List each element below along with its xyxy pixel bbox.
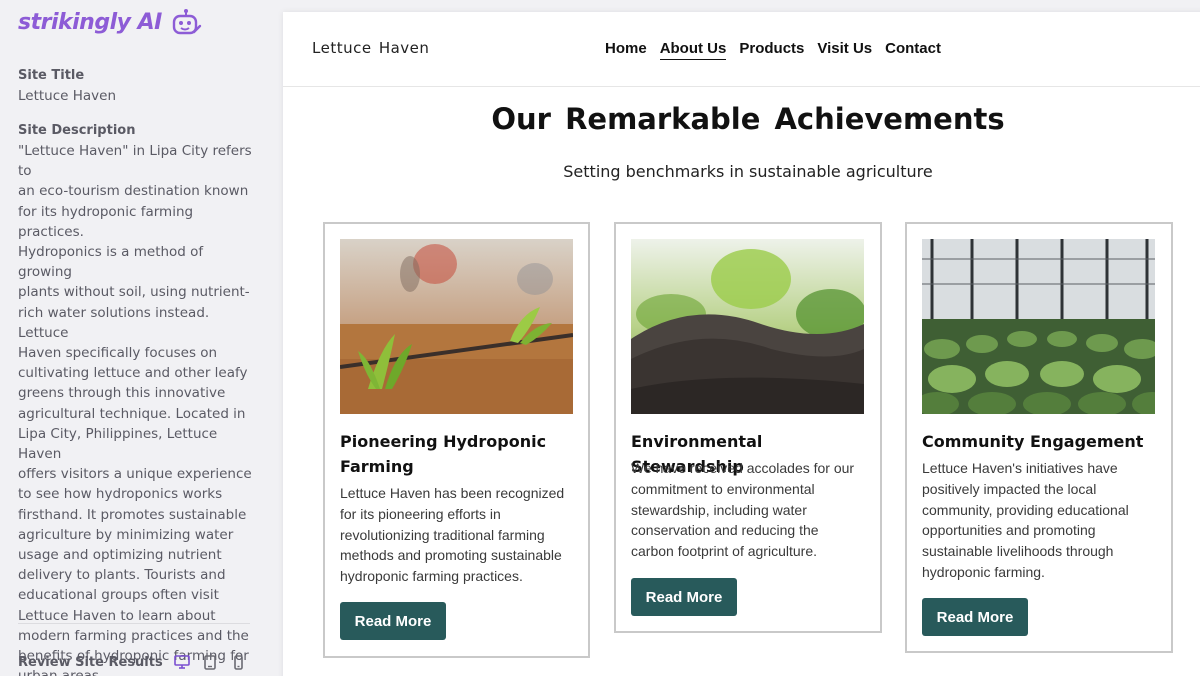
nav-products[interactable]: Products — [739, 40, 804, 60]
seedlings-in-soil-photo — [340, 239, 573, 414]
achievement-card-community: Community Engagement Lettuce Haven's ini… — [905, 222, 1173, 653]
site-nav: Home About Us Products Visit Us Contact — [605, 40, 941, 60]
nav-home[interactable]: Home — [605, 40, 647, 60]
description-line: modern farming practices and the — [18, 627, 249, 644]
desktop-icon[interactable] — [173, 654, 191, 670]
page-title: Our Remarkable Achievements — [491, 102, 1005, 136]
description-line: an eco-tourism destination known — [18, 183, 249, 200]
description-line: greens through this innovative — [18, 385, 226, 402]
description-line: delivery to plants. Tourists and — [18, 567, 226, 584]
achievement-card-environmental: Environmental Stewardship We have receiv… — [614, 222, 882, 633]
mobile-icon[interactable] — [229, 654, 247, 670]
robot-icon — [172, 9, 202, 35]
card-title-community: Community Engagement — [922, 432, 1144, 451]
description-line: Hydroponics is a method of growing — [18, 244, 204, 281]
achievement-card-hydroponic: Pioneering Hydroponic Farming Lettuce Ha… — [323, 222, 590, 658]
description-line: Lipa City, Philippines, Lettuce Haven — [18, 425, 218, 463]
nav-about-us[interactable]: About Us — [659, 40, 727, 60]
read-more-button-community[interactable]: Read More — [922, 598, 1028, 636]
sidebar: strikingly AI Site Title Lettuce Haven S… — [0, 0, 270, 676]
green-leaves-on-mesh-photo — [631, 239, 864, 414]
description-line: rich water solutions instead. Lettuce — [18, 304, 210, 341]
description-line: usage and optimizing nutrient — [18, 547, 222, 564]
site-preview: Lettuce Haven Home About Us Products Vis… — [283, 12, 1200, 676]
description-line: firsthand. It promotes sustainable — [18, 506, 247, 523]
description-line: educational groups often visit — [18, 587, 219, 604]
site-header: Lettuce Haven Home About Us Products Vis… — [283, 12, 1200, 87]
tablet-icon[interactable] — [201, 654, 219, 670]
description-line: "Lettuce Haven" in Lipa City refers to — [18, 143, 252, 180]
brand-logo[interactable]: strikingly AI — [18, 8, 202, 36]
page-subtitle: Setting benchmarks in sustainable agricu… — [563, 162, 933, 181]
site-title-label: Site Title — [18, 68, 85, 83]
site-description-label: Site Description — [18, 123, 136, 138]
description-line: plants without soil, using nutrient- — [18, 284, 250, 301]
review-site-results: Review Site Results — [18, 654, 247, 670]
read-more-button-hydroponic[interactable]: Read More — [340, 602, 446, 640]
brand-name: strikingly AI — [18, 9, 162, 35]
divider — [18, 623, 250, 624]
greenhouse-lettuce-photo — [922, 239, 1155, 414]
card-text-community: Lettuce Haven's initiatives have positiv… — [922, 460, 1129, 580]
card-text-environmental: We have received accolades for our commi… — [631, 460, 855, 560]
description-line: agriculture by minimizing water — [18, 526, 234, 543]
card-text-hydroponic: Lettuce Haven has been recognized for it… — [340, 485, 565, 585]
description-line: cultivating lettuce and other leafy — [18, 365, 248, 382]
site-description-value: "Lettuce Haven" in Lipa City refers to an… — [18, 141, 254, 676]
nav-visit-us[interactable]: Visit Us — [817, 40, 872, 60]
review-label: Review Site Results — [18, 654, 163, 670]
description-line: to see how hydroponics works — [18, 486, 223, 503]
read-more-button-environmental[interactable]: Read More — [631, 578, 737, 616]
site-title-value: Lettuce Haven — [18, 88, 117, 104]
nav-contact[interactable]: Contact — [885, 40, 941, 60]
description-line: agricultural technique. Located in — [18, 405, 246, 422]
description-line: offers visitors a unique experience — [18, 466, 252, 483]
description-line: Haven specifically focuses on — [18, 345, 218, 362]
site-logo[interactable]: Lettuce Haven — [312, 39, 429, 57]
card-title-hydroponic: Pioneering Hydroponic Farming — [340, 432, 547, 476]
description-line: for its hydroponic farming practices. — [18, 203, 194, 240]
